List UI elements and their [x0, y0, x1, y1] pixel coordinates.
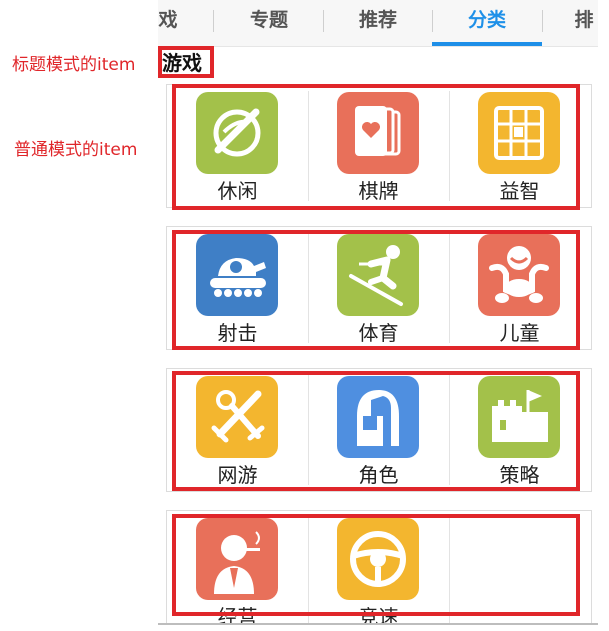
tab-recommended[interactable]: 推荐	[324, 0, 432, 46]
category-label: 棋牌	[358, 179, 399, 203]
category-strategy[interactable]: 策略	[449, 369, 590, 491]
castle-icon	[478, 376, 560, 458]
category-management[interactable]: 经营	[167, 511, 308, 625]
tab-ranking-partial[interactable]: 排	[554, 0, 598, 46]
annotation-title-mode: 标题模式的item	[12, 55, 136, 75]
category-label: 儿童	[499, 321, 540, 345]
knight-helmet-icon	[337, 376, 419, 458]
category-casual[interactable]: 休闲	[167, 85, 308, 207]
category-label: 经营	[217, 605, 258, 625]
playing-cards-icon	[337, 92, 419, 174]
category-racing[interactable]: 竞速	[308, 511, 449, 625]
category-label: 角色	[358, 463, 399, 487]
puzzle-grid-icon	[478, 92, 560, 174]
tab-topics[interactable]: 专题	[214, 0, 324, 46]
category-puzzle[interactable]: 益智	[449, 85, 590, 207]
leaf-ball-icon	[196, 92, 278, 174]
category-label: 体育	[358, 321, 399, 345]
section-title: 游戏	[162, 51, 202, 75]
category-row: 经营 竞速	[166, 510, 592, 625]
category-empty-slot	[449, 511, 590, 623]
annotation-normal-mode: 普通模式的item	[14, 140, 138, 160]
category-board-cards[interactable]: 棋牌	[308, 85, 449, 207]
business-person-icon	[196, 518, 278, 600]
category-row: 射击 体育 儿童	[166, 226, 592, 350]
category-kids[interactable]: 儿童	[449, 227, 590, 349]
active-tab-indicator	[432, 42, 542, 46]
category-label: 休闲	[217, 179, 258, 203]
tab-bar: 戏 专题 推荐 分类 排	[158, 0, 598, 47]
tab-games-partial[interactable]: 戏	[158, 0, 188, 46]
steering-wheel-icon	[337, 518, 419, 600]
category-label: 网游	[217, 463, 258, 487]
category-sports[interactable]: 体育	[308, 227, 449, 349]
category-role-playing[interactable]: 角色	[308, 369, 449, 491]
category-label: 竞速	[358, 605, 399, 625]
crossed-swords-icon	[196, 376, 278, 458]
category-online-games[interactable]: 网游	[167, 369, 308, 491]
skier-icon	[337, 234, 419, 316]
tank-icon	[196, 234, 278, 316]
category-row: 休闲 棋牌 益智	[166, 84, 592, 208]
app-screen: 戏 专题 推荐 分类 排 游戏 休闲 棋牌 益智 射击 体育 儿童 网游 角色 …	[158, 0, 598, 625]
category-row: 网游 角色 策略	[166, 368, 592, 492]
tab-separator	[542, 10, 543, 32]
category-label: 策略	[499, 463, 540, 487]
tab-categories[interactable]: 分类	[432, 0, 542, 46]
category-shooting[interactable]: 射击	[167, 227, 308, 349]
child-icon	[478, 234, 560, 316]
category-label: 益智	[499, 179, 540, 203]
category-label: 射击	[217, 321, 258, 345]
